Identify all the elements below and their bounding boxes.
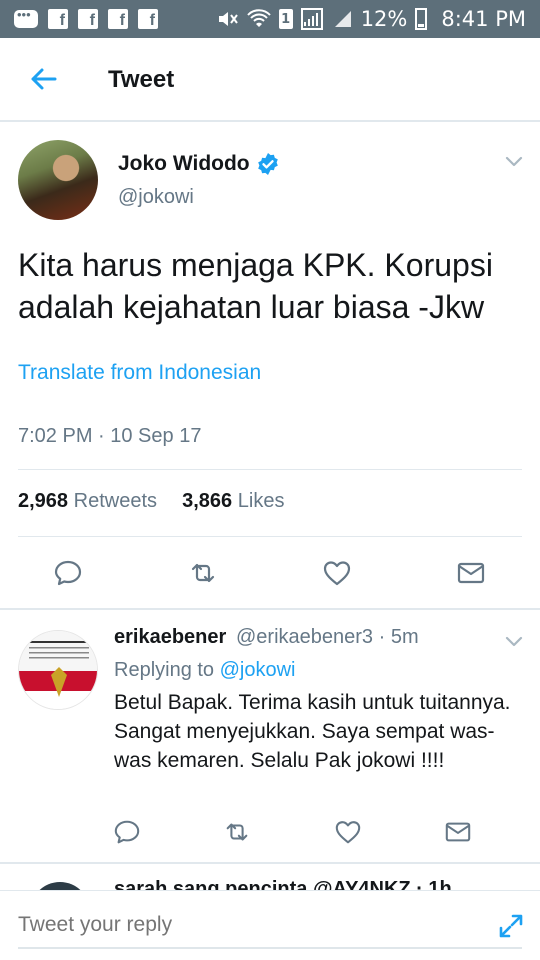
reply-composer [0,890,540,960]
direct-message-icon[interactable] [444,818,472,846]
reply-text: Betul Bapak. Terima kasih untuk tuitanny… [114,691,511,772]
likes-count: 3,866 [182,490,233,512]
battery-icon [415,8,428,30]
wifi-icon [246,9,271,27]
divider [0,608,540,610]
heart-icon[interactable] [334,818,362,846]
author-handle[interactable]: @jokowi [118,186,194,209]
facebook-icon: f [108,9,128,29]
reply-icon[interactable] [53,558,83,588]
reply-avatar-image [19,631,97,709]
avatar[interactable] [18,140,98,220]
expand-icon[interactable] [498,913,524,939]
divider [0,862,540,864]
back-arrow-icon[interactable] [28,64,58,94]
battery-percent: 12% [360,7,408,31]
signal-icon [300,8,323,30]
direct-message-icon[interactable] [456,558,486,588]
reply-author-handle[interactable]: @erikaebener3 · 5m [236,626,419,649]
reply-author-name[interactable]: erikaebener [114,626,226,649]
header: Tweet [0,38,540,122]
chevron-down-icon[interactable] [505,636,523,648]
verified-badge-icon [258,153,278,175]
divider [18,536,522,537]
signal-icon [334,11,351,27]
retweet-icon[interactable] [223,818,251,846]
notification-icons: f f f f [14,7,158,29]
status-bar: f f f f 1 12% 8:41 PM [0,0,540,38]
sim-icon: 1 [278,9,293,29]
translate-link[interactable]: Translate from Indonesian [18,361,261,385]
tweet-stats: 2,968 Retweets 3,866 Likes [18,490,284,513]
likes-label: Likes [237,490,285,512]
tweet-timestamp: 7:02 PM · 10 Sep 17 [18,425,202,447]
reply-icon[interactable] [113,818,141,846]
likes-stat[interactable]: 3,866 Likes [182,490,284,512]
clock: 8:41 PM [441,7,526,31]
messenger-icon [14,7,38,28]
facebook-icon: f [48,9,68,29]
retweets-stat[interactable]: 2,968 Retweets [18,490,157,512]
replying-to: Replying to @jokowi [114,659,296,682]
avatar[interactable] [18,630,98,710]
tweet-actions [0,556,540,592]
facebook-icon: f [78,9,98,29]
reply-actions [0,818,540,848]
reply-input[interactable] [18,913,438,937]
facebook-icon: f [138,9,158,29]
retweets-count: 2,968 [18,490,69,512]
heart-icon[interactable] [322,558,352,588]
system-icons: 1 12% 8:41 PM [217,7,526,31]
replying-to-link[interactable]: @jokowi [220,659,296,681]
divider [18,469,522,470]
replying-prefix: Replying to [114,659,215,681]
reply-input-underline [18,947,522,949]
author-name[interactable]: Joko Widodo [118,152,250,176]
retweets-label: Retweets [73,490,157,512]
chevron-down-icon[interactable] [505,156,523,168]
mute-icon [218,12,238,26]
retweet-icon[interactable] [188,558,218,588]
page-title: Tweet [108,66,175,93]
tweet-text: Kita harus menjaga KPK. Korupsi adalah k… [18,247,493,325]
